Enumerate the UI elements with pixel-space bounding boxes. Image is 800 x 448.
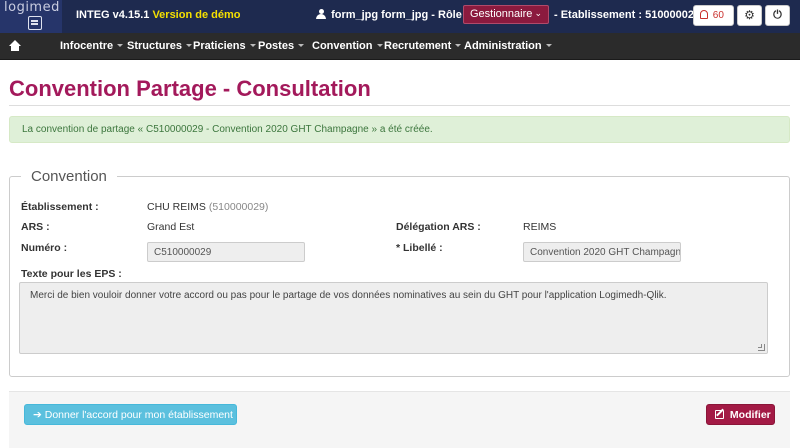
nav-item-convention[interactable]: Convention	[312, 40, 383, 52]
panel-legend: Convention	[21, 168, 117, 185]
libelle-label: * Libellé :	[396, 242, 443, 254]
logo-document-icon	[28, 16, 42, 30]
ars-value: Grand Est	[147, 221, 195, 233]
etablissement-info: - Etablissement : 510000029	[554, 9, 701, 21]
nav-label: Postes	[258, 40, 295, 52]
nav-label: Administration	[464, 40, 542, 52]
page-title: Convention Partage - Consultation	[9, 76, 371, 101]
nav-item-postes[interactable]: Postes	[258, 40, 305, 52]
nav-label: Structures	[127, 40, 183, 52]
etablissement-value: CHU REIMS (510000029)	[147, 201, 268, 213]
top-header: logimed INTEG v4.15.1 Version de démo fo…	[0, 0, 800, 33]
numero-label: Numéro :	[21, 242, 68, 254]
role-value: Gestionnaire	[470, 8, 533, 20]
success-alert: La convention de partage « C510000029 - …	[9, 116, 790, 143]
texte-eps-label: Texte pour les EPS :	[21, 268, 122, 280]
texte-eps-textarea[interactable]: Merci de bien vouloir donner votre accor…	[19, 282, 768, 354]
app-name: INTEG v4.15.1	[76, 9, 150, 21]
caret-down-icon	[298, 44, 305, 47]
give-accord-label: Donner l'accord pour mon établissement	[44, 409, 233, 421]
app-logo[interactable]: logimed	[0, 0, 62, 33]
role-select[interactable]: Gestionnaire ⌄	[463, 5, 549, 24]
nav-item-recrutement[interactable]: Recrutement	[384, 40, 462, 52]
caret-down-icon	[376, 44, 383, 47]
give-accord-button[interactable]: ➔ Donner l'accord pour mon établissement	[24, 404, 237, 425]
etablissement-name: CHU REIMS	[147, 201, 206, 213]
nav-label: Recrutement	[384, 40, 452, 52]
title-divider	[9, 105, 790, 106]
resize-handle-icon[interactable]	[758, 344, 765, 351]
notifications-button[interactable]: 60	[693, 5, 734, 26]
libelle-field[interactable]: Convention 2020 GHT Champagne	[523, 242, 681, 262]
user-info: form_jpg form_jpg - Rôle :	[316, 9, 469, 21]
user-text: form_jpg form_jpg - Rôle :	[331, 9, 469, 21]
nav-label: Convention	[312, 40, 373, 52]
app-version: INTEG v4.15.1 Version de démo	[76, 9, 240, 21]
edit-icon	[715, 410, 724, 419]
user-icon	[316, 9, 326, 19]
home-icon[interactable]	[9, 40, 21, 52]
bell-icon	[700, 10, 708, 19]
settings-button[interactable]: ⚙	[737, 5, 762, 26]
delegation-value: REIMS	[523, 221, 557, 233]
caret-down-icon	[545, 44, 552, 47]
demo-label: Version de démo	[152, 9, 241, 21]
caret-down-icon	[186, 44, 193, 47]
etablissement-code: (510000029)	[208, 201, 269, 213]
power-icon: ⏻	[773, 9, 782, 21]
gear-icon: ⚙	[744, 8, 755, 22]
notifications-count: 60	[712, 10, 724, 21]
caret-down-icon	[117, 44, 124, 47]
etablissement-label: Établissement :	[21, 201, 99, 213]
nav-item-administration[interactable]: Administration	[464, 40, 552, 52]
caret-down-icon	[455, 44, 462, 47]
nav-label: Infocentre	[60, 40, 114, 52]
nav-label: Praticiens	[193, 40, 246, 52]
logo-text: logimed	[4, 0, 60, 15]
logout-button[interactable]: ⏻	[765, 5, 790, 26]
nav-item-infocentre[interactable]: Infocentre	[60, 40, 124, 52]
numero-field[interactable]: C510000029	[147, 242, 305, 262]
caret-down-icon	[249, 44, 256, 47]
chevron-down-icon: ⌄	[534, 8, 542, 18]
texte-eps-value: Merci de bien vouloir donner votre accor…	[30, 290, 667, 301]
nav-item-structures[interactable]: Structures	[127, 40, 193, 52]
main-nav: Infocentre Structures Praticiens Postes …	[0, 33, 800, 60]
ars-label: ARS :	[21, 221, 50, 233]
modify-label: Modifier	[729, 409, 771, 421]
nav-item-praticiens[interactable]: Praticiens	[193, 40, 256, 52]
arrow-right-icon: ➔	[33, 409, 42, 421]
modify-button[interactable]: Modifier	[706, 404, 775, 425]
delegation-label: Délégation ARS :	[396, 221, 481, 233]
